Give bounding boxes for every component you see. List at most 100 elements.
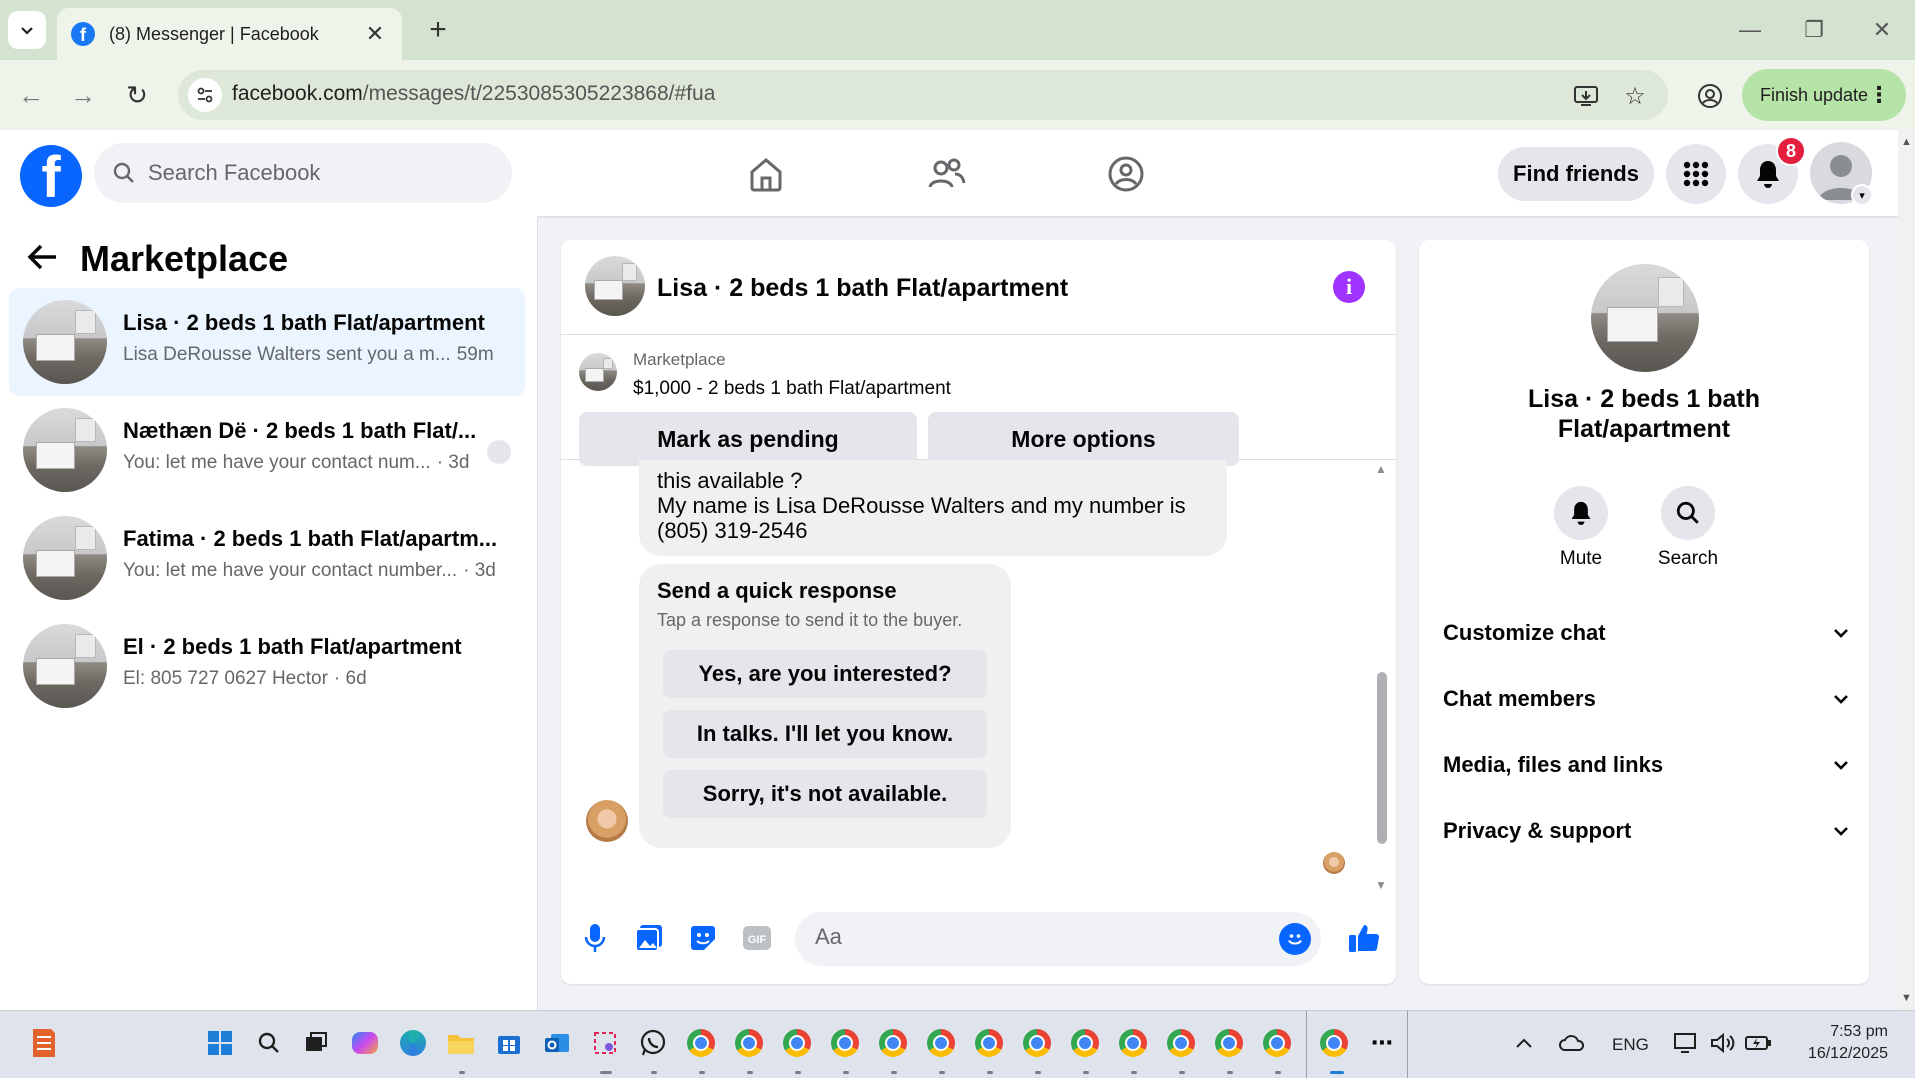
customize-chat-section[interactable]: Customize chat: [1443, 611, 1851, 655]
whatsapp-icon[interactable]: [637, 1027, 669, 1059]
details-avatar[interactable]: [1591, 264, 1699, 372]
mark-as-pending-button[interactable]: Mark as pending: [579, 412, 917, 466]
chat-title[interactable]: Lisa · 2 beds 1 bath Flat/apartment: [657, 274, 1068, 303]
store-icon[interactable]: [493, 1027, 525, 1059]
chat-scrollbar[interactable]: ▲ ▼: [1373, 460, 1389, 890]
browser-tab-active[interactable]: f (8) Messenger | Facebook ✕: [57, 8, 402, 60]
chrome-taskbar-icon[interactable]: [877, 1027, 909, 1059]
windows-start-icon[interactable]: [204, 1027, 236, 1059]
microphone-icon[interactable]: [579, 922, 611, 954]
running-indicator: [699, 1071, 705, 1074]
page-scrollbar[interactable]: ▲ ▼: [1898, 130, 1915, 1010]
account-chevron-icon[interactable]: ▾: [1851, 184, 1873, 206]
profile-icon[interactable]: [1696, 82, 1724, 110]
photo-icon[interactable]: [633, 922, 665, 954]
groups-nav-icon[interactable]: [1102, 150, 1150, 198]
back-arrow-icon[interactable]: [26, 242, 60, 277]
minimize-button[interactable]: —: [1722, 10, 1778, 50]
edge-icon[interactable]: [397, 1027, 429, 1059]
chrome-taskbar-icon[interactable]: [973, 1027, 1005, 1059]
conversation-item[interactable]: Næthæn Dë · 2 beds 1 bath Flat/... You: …: [9, 396, 525, 504]
search-action[interactable]: Search: [1648, 486, 1728, 570]
chrome-taskbar-icon[interactable]: [1213, 1027, 1245, 1059]
quick-response-not-available-button[interactable]: Sorry, it's not available.: [663, 770, 987, 818]
more-apps-icon[interactable]: ⋯: [1366, 1027, 1398, 1059]
seen-avatar-icon: [487, 440, 511, 464]
friends-nav-icon[interactable]: [922, 150, 970, 198]
taskbar-search-icon[interactable]: [253, 1027, 285, 1059]
battery-icon[interactable]: [1742, 1027, 1774, 1059]
chrome-taskbar-icon-active[interactable]: [1318, 1027, 1350, 1059]
marketplace-conversations-panel: Marketplace Lisa · 2 beds 1 bath Flat/ap…: [0, 216, 538, 1010]
conversation-title: Fatima · 2 beds 1 bath Flat/apartm...: [123, 526, 498, 551]
listing-thumbnail[interactable]: [579, 353, 617, 391]
volume-icon[interactable]: [1706, 1027, 1738, 1059]
chrome-taskbar-icon[interactable]: [781, 1027, 813, 1059]
address-bar[interactable]: facebook.com/messages/t/2253085305223868…: [178, 70, 1668, 120]
facebook-logo-icon[interactable]: f: [20, 145, 82, 207]
tab-close-icon[interactable]: ✕: [362, 21, 388, 47]
copilot-icon[interactable]: [349, 1027, 381, 1059]
facebook-search-input[interactable]: [148, 160, 488, 186]
chrome-taskbar-icon[interactable]: [925, 1027, 957, 1059]
forward-button[interactable]: →: [62, 74, 104, 116]
widgets-icon[interactable]: [28, 1027, 60, 1059]
listing-price[interactable]: $1,000 - 2 beds 1 bath Flat/apartment: [633, 378, 951, 400]
sender-avatar[interactable]: [586, 800, 628, 842]
emoji-icon[interactable]: [1279, 923, 1311, 955]
more-options-button[interactable]: More options: [928, 412, 1239, 466]
bookmark-star-icon[interactable]: ☆: [1621, 82, 1649, 110]
conversation-item[interactable]: El · 2 beds 1 bath Flat/apartment El: 80…: [9, 612, 525, 720]
info-icon[interactable]: i: [1333, 271, 1365, 303]
chat-avatar[interactable]: [585, 256, 645, 316]
chrome-taskbar-icon[interactable]: [685, 1027, 717, 1059]
chrome-taskbar-icon[interactable]: [1261, 1027, 1293, 1059]
task-view-icon[interactable]: [300, 1027, 332, 1059]
outlook-icon[interactable]: [541, 1027, 573, 1059]
chrome-taskbar-icon[interactable]: [1165, 1027, 1197, 1059]
sticker-icon[interactable]: [687, 922, 719, 954]
quick-response-yes-button[interactable]: Yes, are you interested?: [663, 650, 987, 698]
gif-icon[interactable]: GIF: [741, 922, 773, 954]
tab-search-button[interactable]: [8, 11, 46, 49]
close-window-button[interactable]: ✕: [1854, 10, 1910, 50]
scrollbar-thumb[interactable]: [1377, 672, 1387, 844]
quick-response-talks-button[interactable]: In talks. I'll let you know.: [663, 710, 987, 758]
chrome-taskbar-icon[interactable]: [1117, 1027, 1149, 1059]
snipping-tool-icon[interactable]: [589, 1027, 621, 1059]
mute-action[interactable]: Mute: [1541, 486, 1621, 570]
chrome-taskbar-icon[interactable]: [1069, 1027, 1101, 1059]
onedrive-cloud-icon[interactable]: [1556, 1027, 1588, 1059]
restore-button[interactable]: ❐: [1786, 10, 1842, 50]
privacy-support-section[interactable]: Privacy & support: [1443, 809, 1851, 853]
chevron-up-icon[interactable]: [1508, 1027, 1540, 1059]
chrome-taskbar-icon[interactable]: [829, 1027, 861, 1059]
install-app-icon[interactable]: [1572, 82, 1600, 110]
taskbar-clock[interactable]: 7:53 pm 16/12/2025: [1788, 1021, 1888, 1065]
running-indicator: [1131, 1071, 1137, 1074]
media-files-links-section[interactable]: Media, files and links: [1443, 743, 1851, 787]
chat-members-section[interactable]: Chat members: [1443, 677, 1851, 721]
reload-button[interactable]: ↻: [116, 74, 158, 116]
conversation-item[interactable]: Fatima · 2 beds 1 bath Flat/apartm... Yo…: [9, 504, 525, 612]
find-friends-button[interactable]: Find friends: [1498, 147, 1654, 201]
message-input[interactable]: [815, 924, 1255, 950]
site-info-icon[interactable]: [188, 78, 222, 112]
file-explorer-icon[interactable]: [445, 1027, 477, 1059]
facebook-search[interactable]: [94, 143, 512, 203]
chrome-taskbar-icon[interactable]: [1021, 1027, 1053, 1059]
back-button[interactable]: ←: [10, 74, 52, 116]
chrome-taskbar-icon[interactable]: [733, 1027, 765, 1059]
running-indicator: [1083, 1071, 1089, 1074]
like-thumb-icon[interactable]: [1345, 922, 1383, 954]
conversation-item[interactable]: Lisa · 2 beds 1 bath Flat/apartment Lisa…: [9, 288, 525, 396]
running-indicator: [891, 1071, 897, 1074]
new-tab-button[interactable]: +: [420, 12, 456, 48]
home-nav-icon[interactable]: [742, 150, 790, 198]
chevron-down-icon: [1834, 695, 1848, 704]
language-indicator[interactable]: ENG: [1612, 1035, 1649, 1055]
menu-grid-button[interactable]: [1666, 144, 1726, 204]
chat-window: Lisa · 2 beds 1 bath Flat/apartment i Ma…: [561, 240, 1396, 984]
finish-update-button[interactable]: Finish update ⋮: [1742, 69, 1906, 121]
network-icon[interactable]: [1670, 1027, 1702, 1059]
